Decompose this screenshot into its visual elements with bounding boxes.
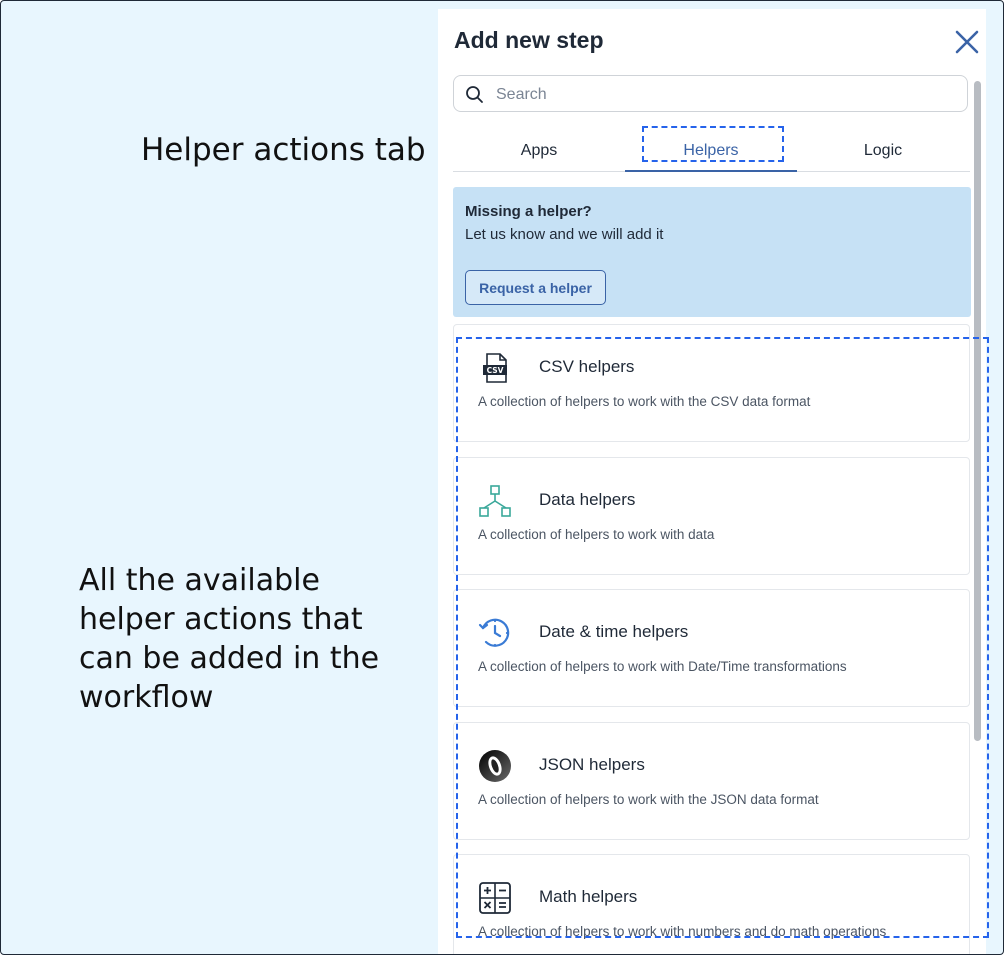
data-tree-icon — [479, 485, 511, 517]
search-box[interactable] — [453, 75, 968, 112]
tab-helpers[interactable]: Helpers — [625, 126, 797, 172]
tab-apps[interactable]: Apps — [453, 126, 625, 171]
helper-description: A collection of helpers to work with the… — [478, 394, 811, 409]
close-icon — [955, 30, 979, 54]
helper-card-date-time[interactable]: Date & time helpers A collection of help… — [453, 589, 970, 707]
annotation-helper-list: All the available helper actions that ca… — [79, 563, 380, 715]
add-step-panel: Add new step Apps Helpers Logic Missing … — [438, 9, 986, 954]
annotation-helper-tab: Helper actions tab — [141, 132, 426, 168]
banner-text: Let us know and we will add it — [465, 226, 664, 243]
search-icon — [466, 86, 483, 103]
helper-name: Data helpers — [539, 490, 636, 509]
search-input[interactable] — [494, 82, 958, 108]
screenshot-frame: Helper actions tab All the available hel… — [0, 0, 1004, 955]
helper-name: Math helpers — [539, 887, 638, 906]
helper-description: A collection of helpers to work with num… — [478, 924, 887, 939]
clock-icon — [478, 618, 510, 647]
tab-bar: Apps Helpers Logic — [453, 126, 970, 172]
banner-title: Missing a helper? — [465, 203, 592, 220]
missing-helper-banner: Missing a helper? Let us know and we wil… — [453, 187, 971, 317]
helper-card-data[interactable]: Data helpers A collection of helpers to … — [453, 457, 970, 575]
helper-card-json[interactable]: JSON helpers A collection of helpers to … — [453, 722, 970, 840]
helper-name: JSON helpers — [539, 755, 645, 774]
json-icon — [479, 750, 511, 782]
helper-description: A collection of helpers to work with dat… — [478, 527, 715, 542]
request-helper-button[interactable]: Request a helper — [465, 270, 606, 305]
tab-logic[interactable]: Logic — [797, 126, 969, 171]
panel-scrollbar[interactable] — [974, 81, 981, 741]
svg-text:CSV: CSV — [487, 366, 504, 375]
helper-card-csv[interactable]: CSV CSV helpers A collection of helpers … — [453, 324, 970, 442]
helper-name: CSV helpers — [539, 357, 635, 376]
csv-file-icon: CSV — [483, 353, 507, 383]
panel-title: Add new step — [454, 27, 604, 53]
helper-card-math[interactable]: Math helpers A collection of helpers to … — [453, 854, 970, 954]
calculator-icon — [479, 882, 511, 914]
helper-name: Date & time helpers — [539, 622, 689, 641]
close-button[interactable] — [954, 29, 980, 55]
helper-description: A collection of helpers to work with Dat… — [478, 659, 847, 674]
helper-description: A collection of helpers to work with the… — [478, 792, 819, 807]
